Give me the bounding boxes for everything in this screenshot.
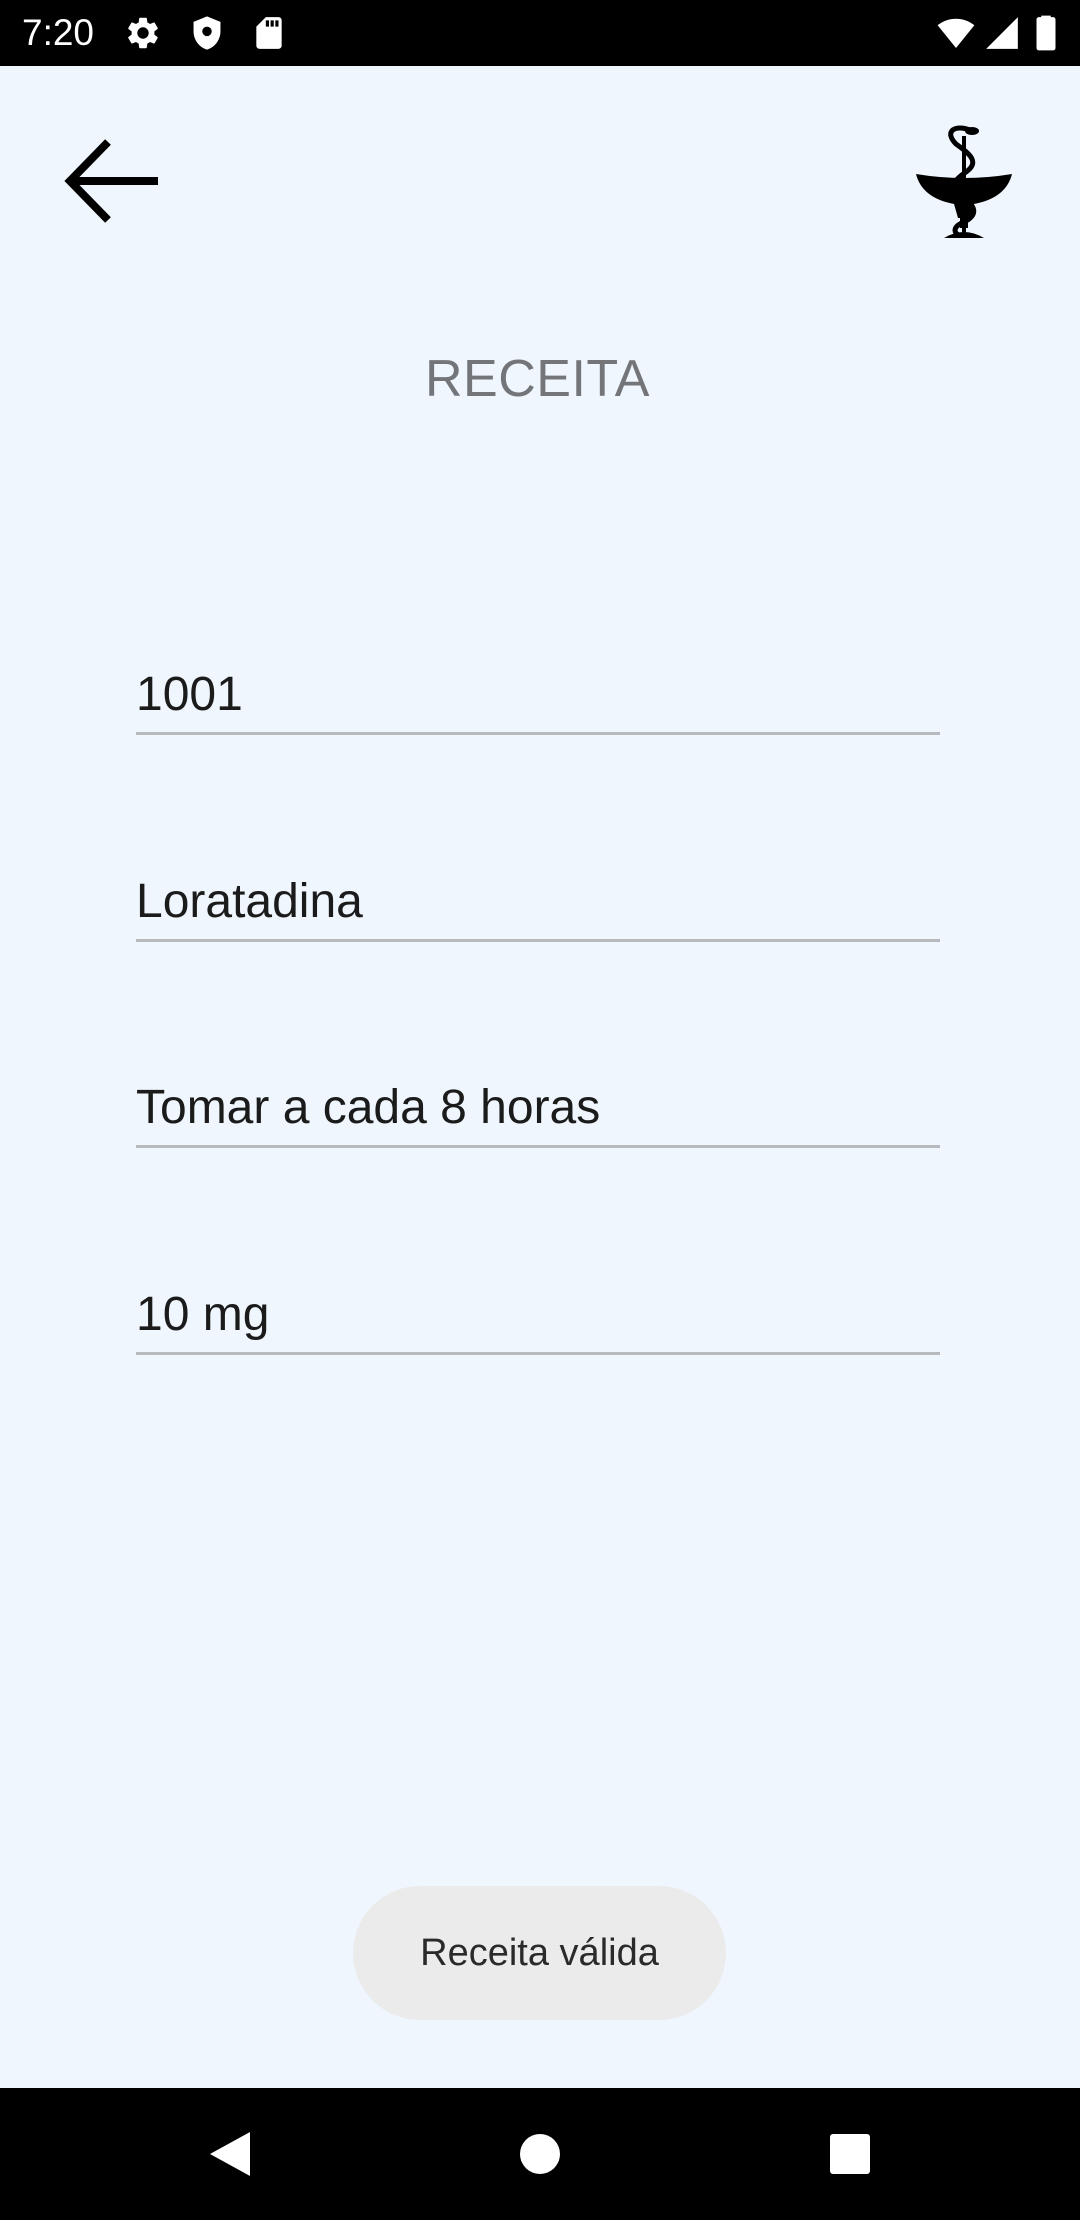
status-bar: 7:20 (0, 0, 1080, 66)
prescription-number-field[interactable] (136, 652, 940, 735)
prescription-number-input[interactable] (136, 667, 940, 722)
arrow-left-icon (64, 139, 158, 223)
sd-card-icon (250, 14, 288, 52)
back-button[interactable] (58, 126, 168, 236)
navigation-bar (0, 2088, 1080, 2220)
wifi-icon (935, 14, 977, 52)
prescription-screen: RECEITA Receita válida (0, 66, 1080, 2088)
medication-name-field[interactable] (136, 859, 940, 942)
nav-home-button[interactable] (510, 2124, 570, 2184)
home-circle-icon (520, 2134, 560, 2174)
dosage-instructions-field[interactable] (136, 1065, 940, 1148)
back-triangle-icon (210, 2132, 250, 2176)
dose-amount-input[interactable] (136, 1287, 940, 1342)
signal-icon (983, 14, 1021, 52)
dose-amount-field[interactable] (136, 1272, 940, 1355)
battery-icon (1031, 14, 1061, 52)
shield-icon (188, 14, 226, 52)
medication-name-input[interactable] (136, 874, 940, 929)
gear-icon (124, 14, 162, 52)
status-time: 7:20 (22, 12, 95, 53)
toast-message: Receita válida (353, 1886, 726, 2020)
page-title: RECEITA (424, 350, 650, 408)
nav-recents-button[interactable] (820, 2124, 880, 2184)
bowl-of-hygieia-icon (914, 122, 1014, 240)
recents-square-icon (830, 2134, 870, 2174)
dosage-instructions-input[interactable] (136, 1080, 940, 1135)
nav-back-button[interactable] (200, 2124, 260, 2184)
